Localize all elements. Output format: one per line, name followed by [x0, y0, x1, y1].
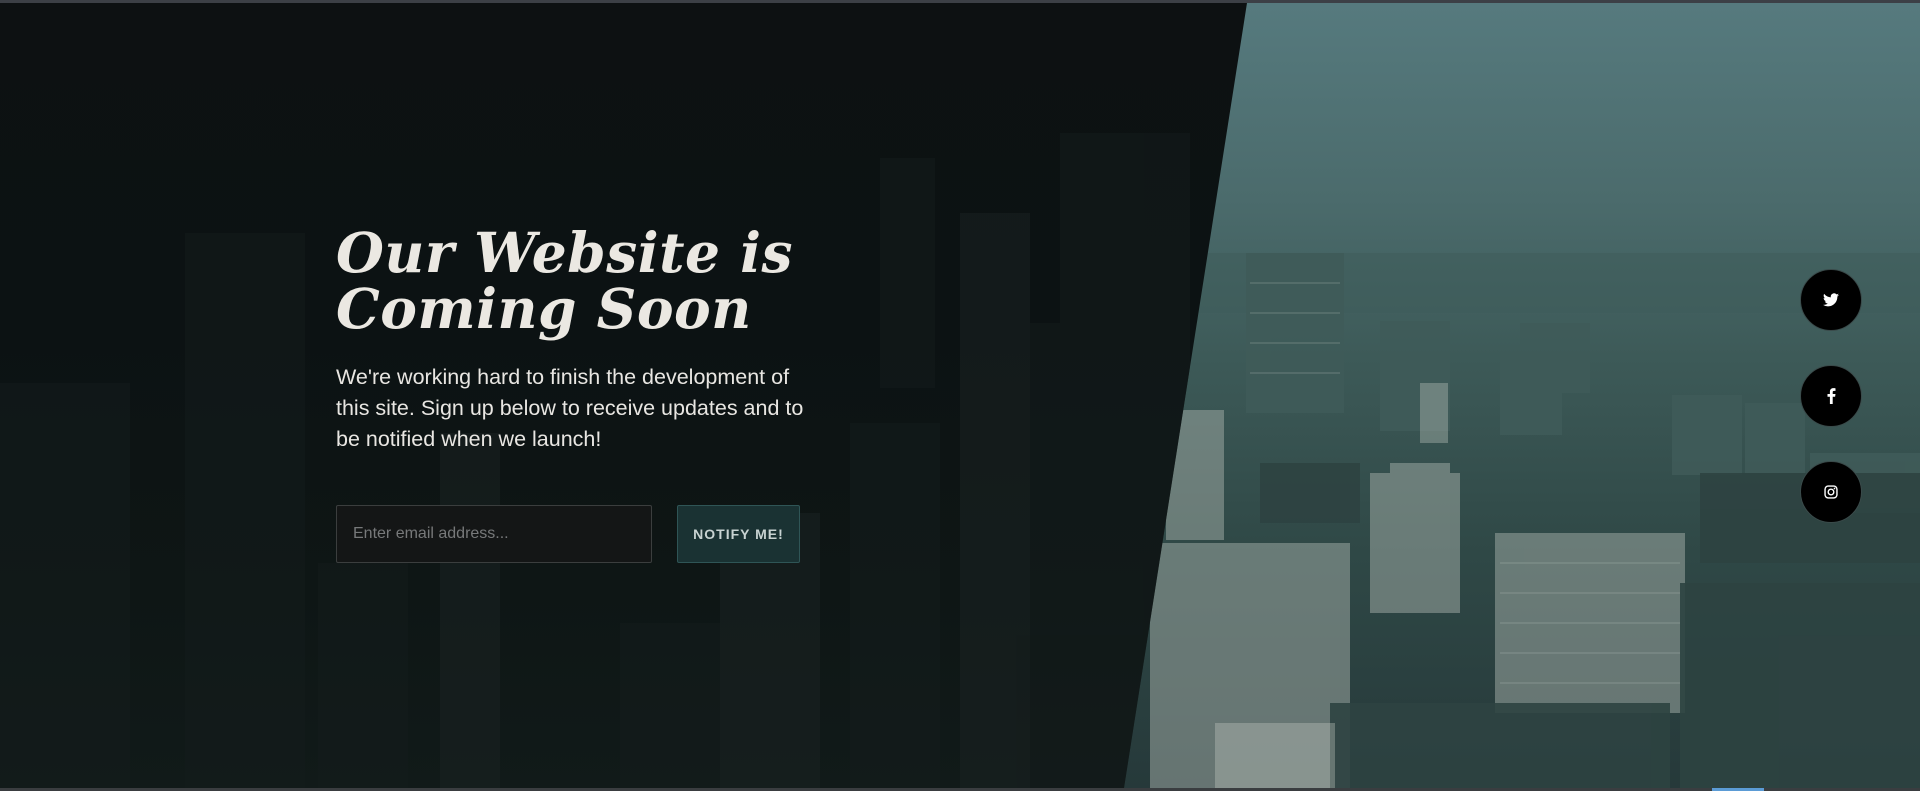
title-line-2: Coming Soon [336, 276, 752, 341]
facebook-icon [1827, 388, 1835, 404]
instagram-icon [1824, 485, 1838, 499]
page-subtitle: We're working hard to finish the develop… [336, 365, 804, 451]
facebook-button[interactable] [1800, 365, 1862, 427]
twitter-icon [1823, 293, 1839, 307]
hero-content: Our Website is Coming Soon We're working… [336, 225, 806, 563]
page-stage: Our Website is Coming Soon We're working… [0, 3, 1920, 788]
signup-form: NOTIFY ME! [336, 505, 806, 563]
email-input[interactable] [336, 505, 652, 563]
instagram-button[interactable] [1800, 461, 1862, 523]
page-title: Our Website is Coming Soon [336, 225, 806, 337]
twitter-button[interactable] [1800, 269, 1862, 331]
notify-me-button[interactable]: NOTIFY ME! [677, 505, 800, 563]
